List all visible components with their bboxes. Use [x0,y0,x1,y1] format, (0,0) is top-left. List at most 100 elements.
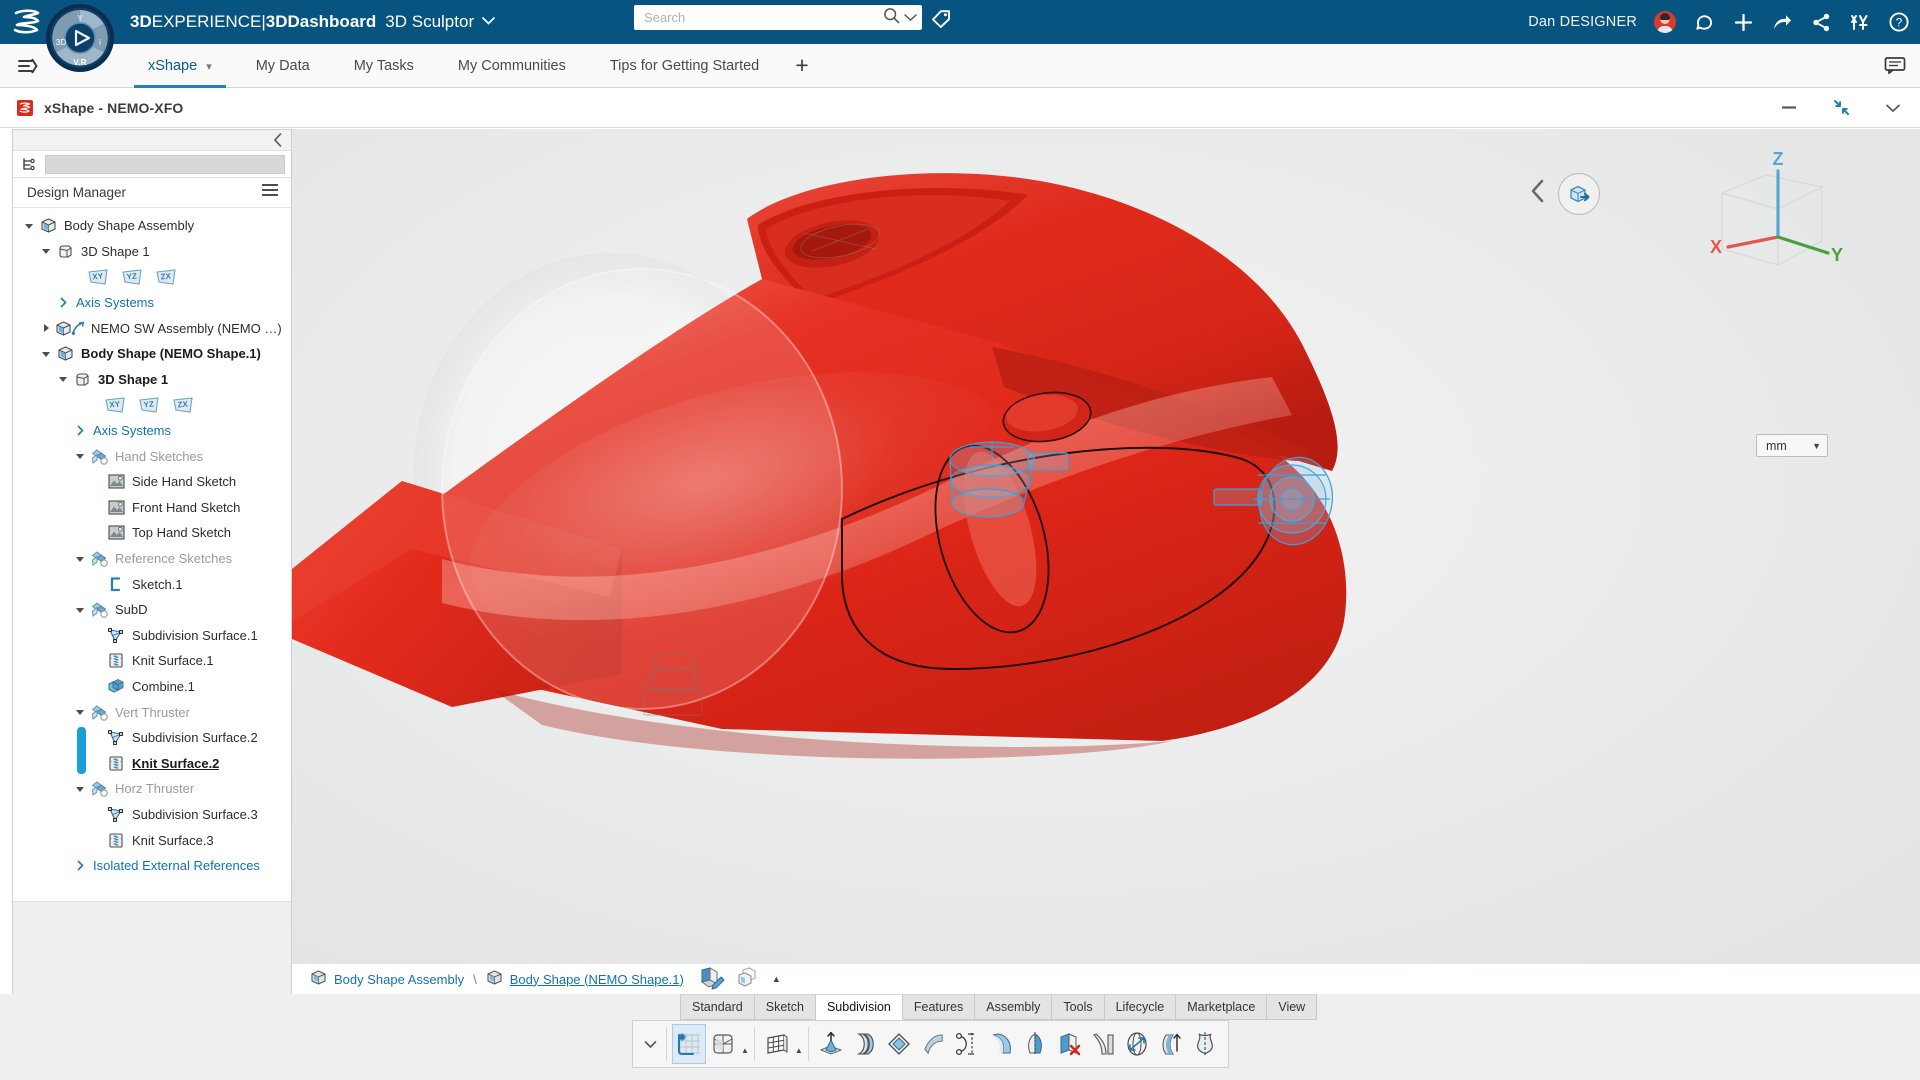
primitive-shape-dropdown-caret-icon[interactable]: ▲ [741,1046,749,1067]
add-tab-button[interactable]: + [781,54,822,77]
sketch-grid-tool[interactable] [672,1024,706,1064]
help-question-icon[interactable]: ? [1888,11,1910,33]
chevron-down-icon[interactable] [482,14,495,28]
plane-zx-icon[interactable]: ZX [149,267,183,287]
tree-expand-arrow-down-icon[interactable] [38,246,54,256]
tree-search-input[interactable] [45,155,285,174]
tree-row[interactable]: Knit Surface.2 [13,750,291,776]
tree-row[interactable]: Isolated External References [13,853,291,879]
edit-shape-icon[interactable] [699,966,725,993]
tree-row-planes[interactable]: XY YZ ZX [13,264,291,290]
toolbar-tab-lifecycle[interactable]: Lifecycle [1105,994,1177,1020]
3d-compass-widget[interactable]: Y 3D i V.R [44,2,116,74]
delete-face-tool[interactable] [1052,1024,1086,1064]
tree-expand-arrow-down-icon[interactable] [72,707,88,717]
crease-tool[interactable] [1086,1024,1120,1064]
tree-row[interactable]: Side Hand Sketch [13,469,291,495]
tree-expand-arrow-right-icon[interactable] [55,297,71,308]
tree-row[interactable]: Combine.1 [13,674,291,700]
tree-expand-arrow-down-icon[interactable] [72,554,88,564]
shell-tool[interactable] [984,1024,1018,1064]
symmetry-sphere-tool[interactable] [1120,1024,1154,1064]
tree-menu-icon[interactable] [261,183,279,202]
tree-expand-arrow-down-icon[interactable] [38,349,54,359]
search-input[interactable] [644,10,883,25]
tree-row[interactable]: Axis Systems [13,418,291,444]
minimize-button[interactable] [1780,99,1798,117]
tree-row[interactable]: Front Hand Sketch [13,495,291,521]
tree-row[interactable]: Top Hand Sketch [13,520,291,546]
search-options-chevron-down-icon[interactable] [903,9,918,27]
breadcrumb-item-1[interactable]: Body Shape (NEMO Shape.1) [510,972,684,987]
plus-icon[interactable] [1732,11,1754,33]
tree-row[interactable]: Body Shape Assembly [13,213,291,239]
chevron-left-icon[interactable] [1530,179,1546,209]
avatar[interactable] [1654,11,1676,33]
axis-orientation-compass[interactable]: Z X Y [1680,149,1860,279]
fill-face-tool[interactable] [882,1024,916,1064]
plane-xy-icon[interactable]: XY [81,267,115,287]
tree-row[interactable]: Reference Sketches [13,546,291,572]
plane-yz-icon[interactable]: YZ [132,395,166,415]
revolve-tool[interactable] [1188,1024,1222,1064]
bend-tool[interactable] [916,1024,950,1064]
tree-row[interactable]: Knit Surface.1 [13,648,291,674]
expand-caret-icon[interactable]: ▲ [772,974,781,984]
tree-row[interactable]: Hand Sketches [13,443,291,469]
breadcrumb-item-0[interactable]: Body Shape Assembly [334,972,464,987]
tree-row[interactable]: SubD [13,597,291,623]
share-arrow-icon[interactable] [1771,11,1793,33]
tree-row[interactable]: 3D Shape 1 [13,239,291,265]
tab-my-communities[interactable]: My Communities [436,44,588,88]
tree-row[interactable]: Vert Thruster [13,699,291,725]
tree-row[interactable]: Knit Surface.3 [13,827,291,853]
panel-collapse-button[interactable] [13,130,291,151]
tree-filter-icon[interactable] [13,151,45,177]
tube-tool[interactable] [1154,1024,1188,1064]
3d-model-body-shape[interactable] [292,129,1920,881]
tree-row[interactable]: Subdivision Surface.3 [13,802,291,828]
speech-bubble-icon[interactable] [1693,11,1715,33]
tab-xshape[interactable]: xShape▾ [126,44,234,88]
unit-select[interactable]: mm ▼ [1756,434,1828,457]
tree-expand-arrow-right-icon[interactable] [72,860,88,871]
toolbar-tab-sketch[interactable]: Sketch [755,994,816,1020]
primitive-shape-tool[interactable] [706,1024,740,1064]
subdiv-mesh-dropdown-caret-icon[interactable]: ▲ [795,1046,803,1067]
chat-icon[interactable] [1884,56,1906,79]
tab-my-data[interactable]: My Data [234,44,332,88]
tree-row[interactable]: Subdivision Surface.2 [13,725,291,751]
hamburger-menu-icon[interactable] [14,52,42,80]
global-search-box[interactable] [634,5,922,30]
toolbar-tab-tools[interactable]: Tools [1052,994,1104,1020]
plane-yz-icon[interactable]: YZ [115,267,149,287]
tree-expand-arrow-down-icon[interactable] [72,605,88,615]
extrude-tool[interactable] [814,1024,848,1064]
toolbar-tab-marketplace[interactable]: Marketplace [1176,994,1267,1020]
tree-row-planes[interactable]: XY YZ ZX [13,392,291,418]
toolbar-tab-standard[interactable]: Standard [680,994,755,1020]
plane-zx-icon[interactable]: ZX [166,395,200,415]
tree-row[interactable]: Horz Thruster [13,776,291,802]
collab-people-icon[interactable] [1849,11,1871,33]
tab-xshape-chevron-down-icon[interactable]: ▾ [206,61,212,73]
toolbar-tab-subdivision[interactable]: Subdivision [816,994,903,1020]
view-restore-icon[interactable] [1558,173,1600,215]
toolbar-tab-view[interactable]: View [1267,994,1317,1020]
share-network-icon[interactable] [1810,11,1832,33]
loft-tool[interactable] [950,1024,984,1064]
window-dropdown-button[interactable] [1884,99,1902,117]
tree-row[interactable]: NEMO SW Assembly (NEMO …) [13,315,291,341]
tag-icon[interactable] [930,7,952,34]
tree-expand-arrow-down-icon[interactable] [55,374,71,384]
restore-button[interactable] [1832,99,1850,117]
tree-row[interactable]: Sketch.1 [13,571,291,597]
chevron-down-icon[interactable] [639,1040,661,1049]
tree-row[interactable]: Subdivision Surface.1 [13,623,291,649]
tree-expand-arrow-right-icon[interactable] [72,425,88,436]
tree-expand-arrow-down-icon[interactable] [72,451,88,461]
tree-row[interactable]: Axis Systems [13,290,291,316]
tab-tips-getting-started[interactable]: Tips for Getting Started [588,44,781,88]
subdiv-mesh-tool[interactable] [760,1024,794,1064]
3d-viewport[interactable]: Z X Y mm ▼ [292,129,1920,964]
